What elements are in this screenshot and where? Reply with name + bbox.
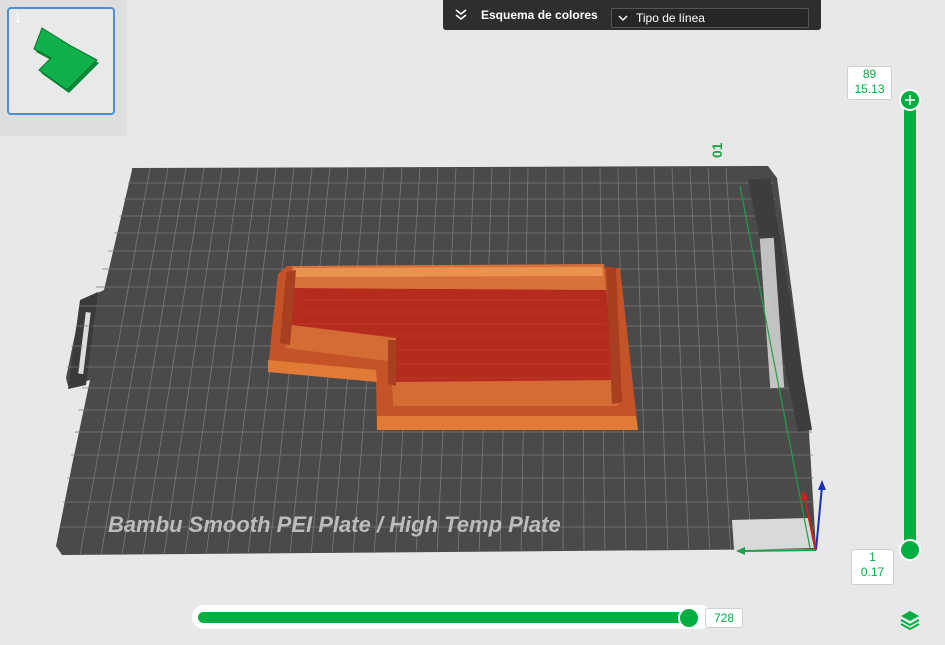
- layer-top-tag: 89 15.13: [847, 66, 892, 100]
- top-layer-height: 15.13: [854, 82, 885, 96]
- move-slider[interactable]: [198, 612, 691, 623]
- bottom-layer-handle[interactable]: [899, 539, 921, 561]
- plate-label: Bambu Smooth PEI Plate / High Temp Plate: [108, 512, 561, 537]
- bottom-layer-number: 1: [869, 550, 876, 564]
- plate-marker: 01: [709, 142, 725, 158]
- top-layer-number: 89: [862, 67, 877, 81]
- preview-3d-viewport[interactable]: 01 Bambu Smooth PEI Plate / High Temp Pl…: [0, 0, 945, 645]
- top-layer-handle[interactable]: [899, 89, 921, 111]
- plus-icon: [905, 95, 915, 105]
- layer-range-slider[interactable]: [904, 98, 916, 552]
- move-slider-value: 728: [705, 608, 743, 628]
- move-slider-handle[interactable]: [678, 607, 700, 629]
- layer-bottom-tag: 1 0.17: [851, 549, 894, 585]
- layers-icon[interactable]: [898, 608, 922, 632]
- bottom-layer-height: 0.17: [860, 565, 885, 579]
